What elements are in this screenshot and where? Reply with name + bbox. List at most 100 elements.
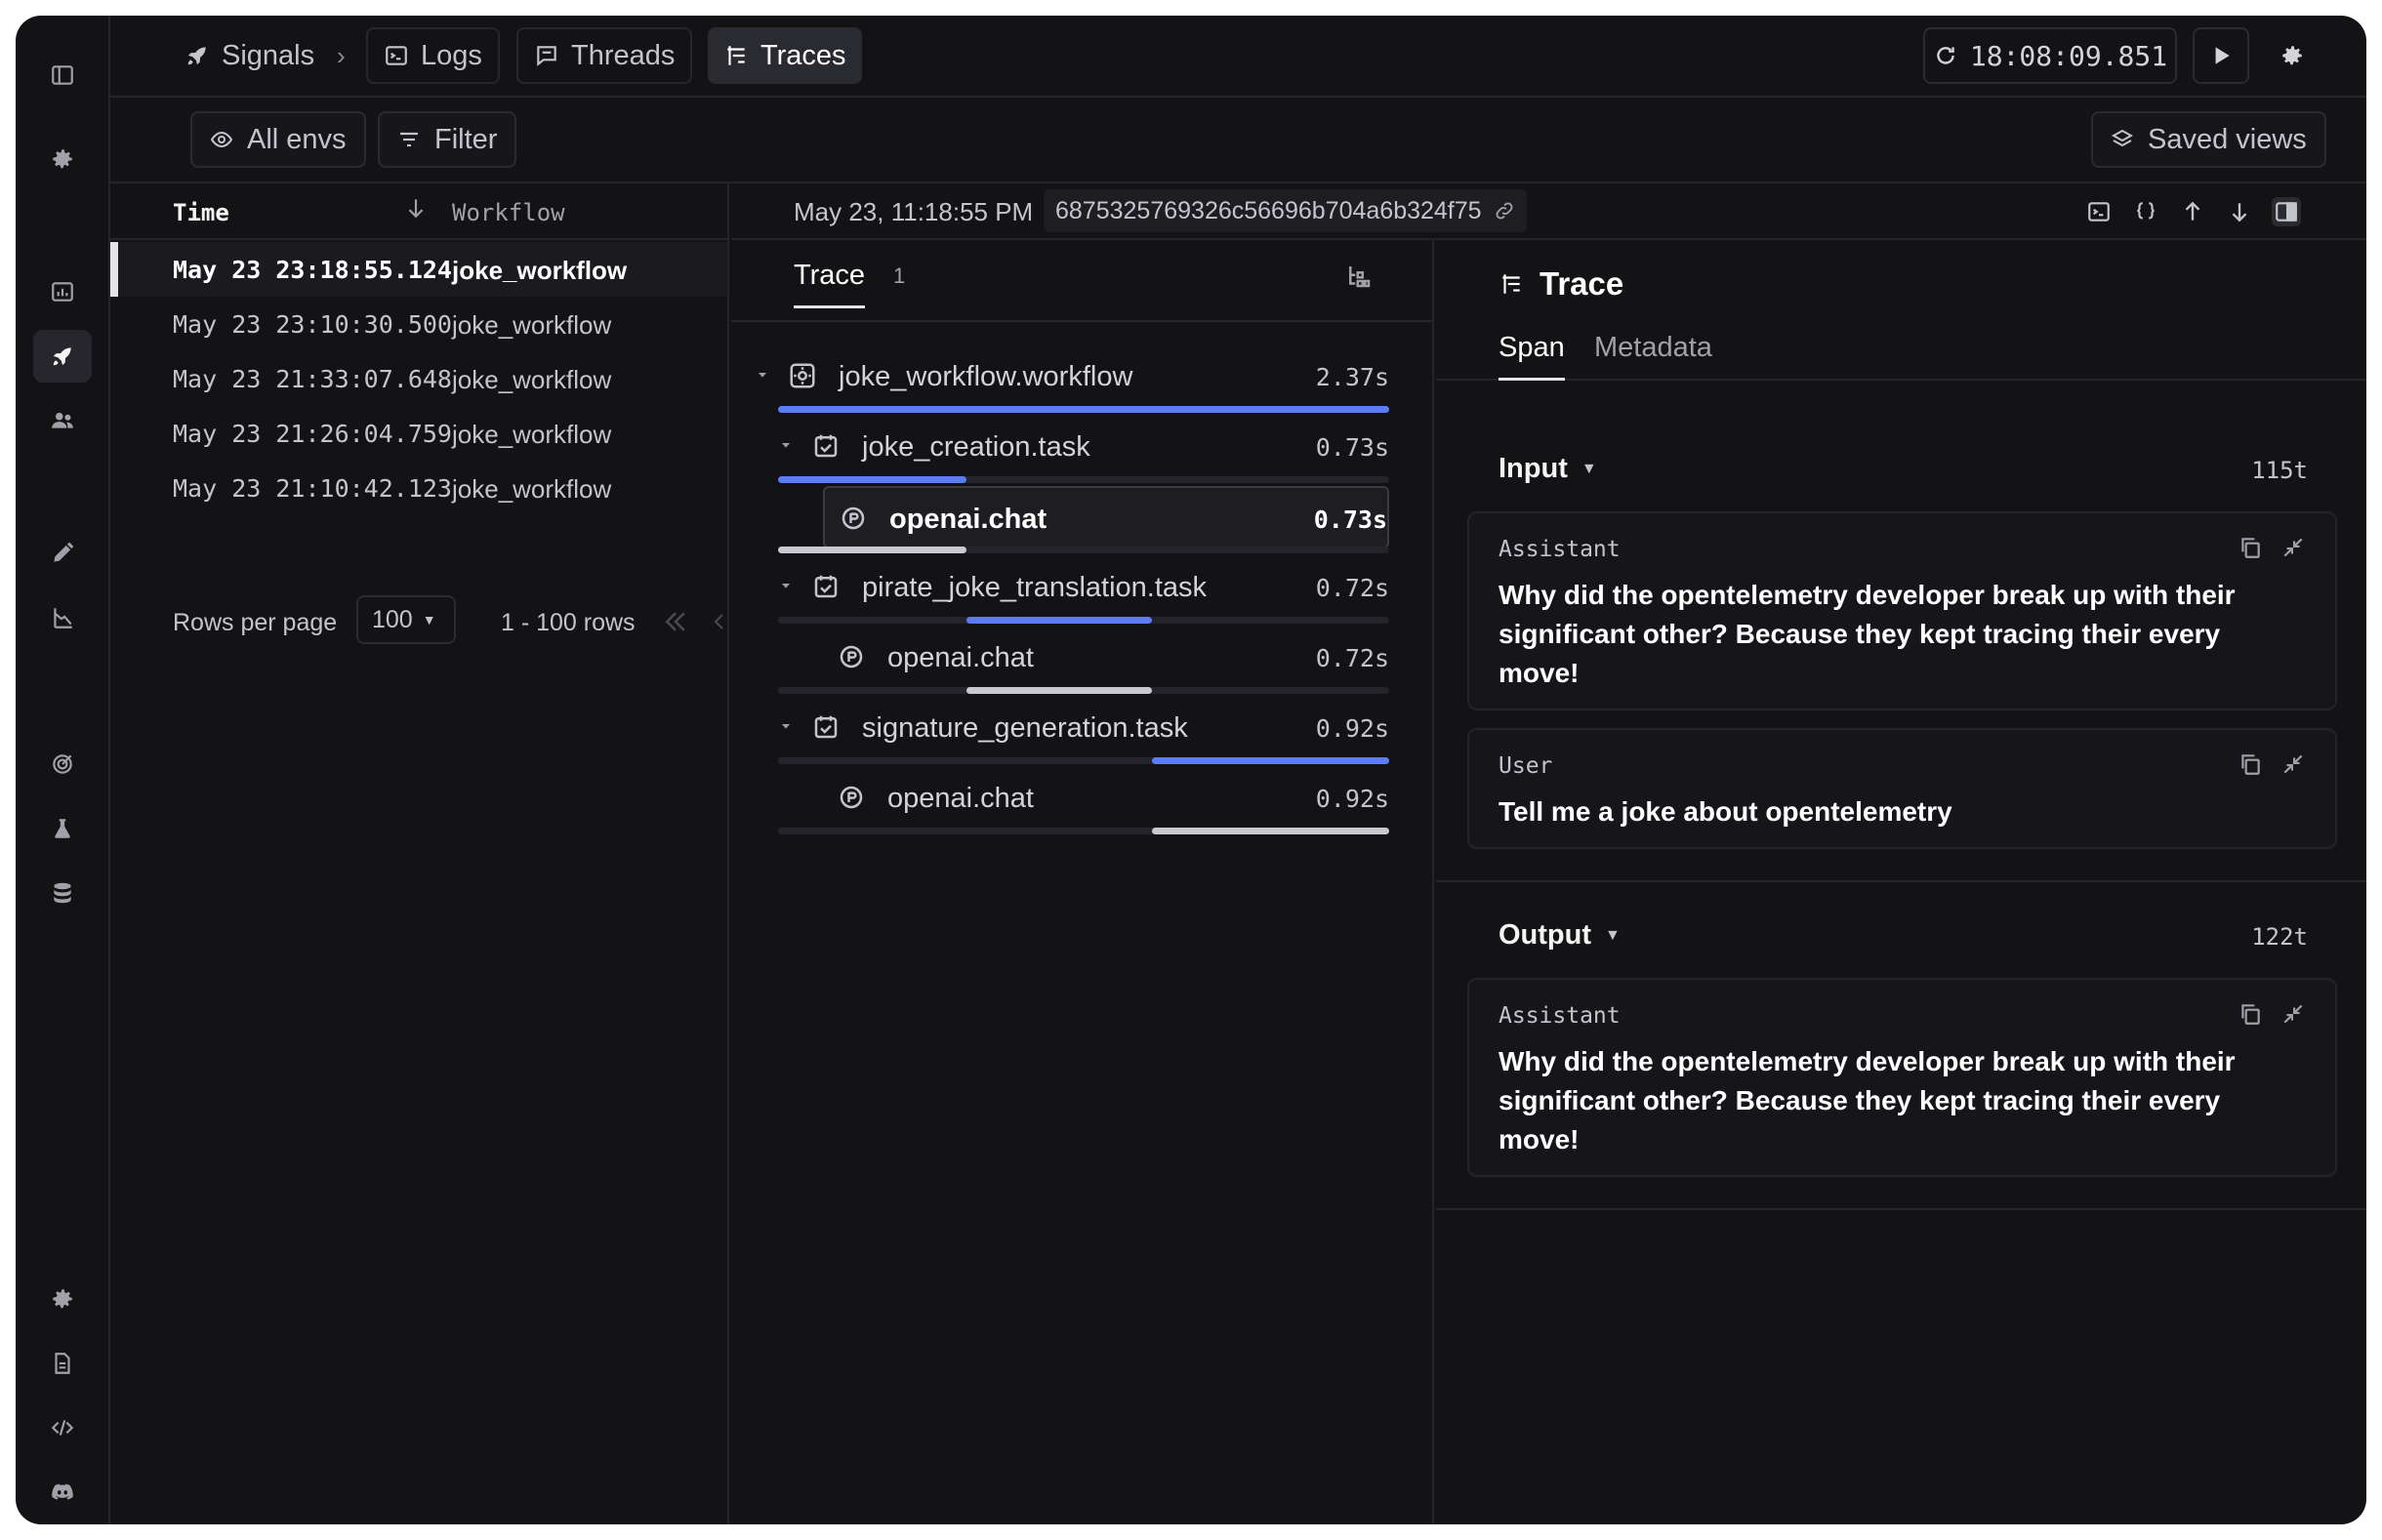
caret-down-icon: ▼	[1581, 460, 1597, 477]
openai-icon	[837, 783, 866, 812]
filter-button[interactable]: Filter	[378, 111, 517, 168]
prev-page-icon[interactable]	[708, 607, 731, 636]
openai-icon	[839, 504, 868, 533]
span-row[interactable]: openai.chat 0.92s	[823, 767, 1389, 830]
caret-down-icon[interactable]	[778, 718, 794, 734]
tab-metadata[interactable]: Metadata	[1594, 332, 1712, 378]
input-section-toggle[interactable]: Input ▼	[1499, 453, 1597, 485]
document-icon[interactable]	[33, 1337, 92, 1390]
discord-icon[interactable]	[33, 1466, 92, 1519]
span-row[interactable]: pirate_joke_translation.task 0.72s	[731, 556, 1389, 619]
collapse-icon[interactable]	[2280, 1001, 2306, 1027]
flask-icon[interactable]	[33, 802, 92, 855]
table-row[interactable]: May 23 23:10:30.500 joke_workflow	[110, 297, 727, 351]
link-icon	[1496, 202, 1513, 220]
column-header-workflow[interactable]: Workflow	[452, 199, 565, 226]
span-duration: 0.73s	[1315, 433, 1389, 462]
span-duration: 2.37s	[1315, 363, 1389, 391]
terminal-icon[interactable]	[2084, 197, 2114, 226]
pencil-icon[interactable]	[33, 527, 92, 580]
table-row[interactable]: May 23 21:33:07.648 joke_workflow	[110, 351, 727, 406]
span-name: pirate_joke_translation.task	[862, 572, 1208, 603]
trace-list: Time Workflow May 23 23:18:55.124 joke_w…	[110, 183, 729, 1524]
envs-button[interactable]: All envs	[190, 111, 366, 168]
column-header-time[interactable]: Time	[173, 199, 229, 226]
span-title-label: Trace	[1540, 265, 1624, 302]
sort-down-icon[interactable]	[403, 195, 429, 221]
span-name: openai.chat	[887, 783, 1034, 814]
rocket-icon[interactable]	[33, 330, 92, 383]
output-label: Output	[1499, 919, 1592, 951]
json-braces-icon[interactable]	[2131, 197, 2160, 226]
task-icon	[811, 712, 841, 742]
span-row[interactable]: joke_creation.task 0.73s	[731, 416, 1389, 478]
span-title: Trace	[1499, 265, 1623, 303]
row-range: 1 - 100 rows	[501, 609, 636, 636]
table-row[interactable]: May 23 21:10:42.123 joke_workflow	[110, 461, 727, 515]
saved-views-label: Saved views	[2148, 123, 2307, 155]
first-page-icon[interactable]	[661, 607, 690, 636]
row-workflow: joke_workflow	[452, 365, 612, 394]
refresh-clock-button[interactable]: 18:08:09.851	[1923, 27, 2177, 84]
trace-id-chip[interactable]: 6875325769326c56696b704a6b324f75	[1044, 189, 1527, 232]
span-row[interactable]: openai.chat 0.73s	[823, 486, 1389, 548]
table-row[interactable]: May 23 21:26:04.759 joke_workflow	[110, 406, 727, 461]
tree-view-icon[interactable]	[1344, 262, 1374, 291]
filter-label: Filter	[434, 123, 498, 155]
rows-per-page-select[interactable]: 100 ▼	[356, 595, 456, 644]
span-name: joke_workflow.workflow	[839, 361, 1133, 392]
breadcrumb-signals[interactable]: Signals	[169, 27, 330, 84]
collapse-icon[interactable]	[2280, 535, 2306, 560]
row-workflow: joke_workflow	[452, 474, 612, 504]
span-timeline-bar	[1152, 757, 1389, 764]
arrow-down-icon[interactable]	[2225, 197, 2254, 226]
collapse-icon[interactable]	[2280, 751, 2306, 777]
target-icon[interactable]	[33, 738, 92, 790]
tab-span[interactable]: Span	[1499, 332, 1565, 381]
span-timeline-track	[778, 476, 1389, 483]
settings-icon[interactable]	[33, 1273, 92, 1325]
tab-logs[interactable]: Logs	[366, 27, 500, 84]
message-role: Assistant	[1499, 1003, 1621, 1029]
database-icon[interactable]	[33, 867, 92, 919]
play-button[interactable]	[2193, 27, 2249, 84]
filter-icon	[400, 132, 418, 147]
gear-icon[interactable]	[33, 133, 92, 185]
message-role: Assistant	[1499, 537, 1621, 562]
code-icon[interactable]	[33, 1401, 92, 1454]
chart-icon[interactable]	[33, 591, 92, 644]
message-card: Assistant Why did the opentelemetry deve…	[1467, 511, 2337, 710]
table-row[interactable]: May 23 23:18:55.124 joke_workflow	[110, 242, 727, 297]
copy-icon[interactable]	[2238, 1001, 2263, 1027]
top-bar: Signals › Logs Threads Traces 18:08:09.8…	[110, 16, 2366, 98]
tab-label: Logs	[421, 39, 482, 71]
caret-down-icon[interactable]	[755, 367, 770, 383]
copy-icon[interactable]	[2238, 751, 2263, 777]
span-row[interactable]: signature_generation.task 0.92s	[731, 697, 1389, 759]
traces-icon	[1502, 274, 1520, 294]
panel-toggle-icon[interactable]	[2272, 197, 2301, 226]
row-time: May 23 23:18:55.124	[173, 256, 452, 284]
detail-header: May 23, 11:18:55 PM 6875325769326c56696b…	[731, 183, 2366, 240]
app-window: Signals › Logs Threads Traces 18:08:09.8…	[16, 16, 2366, 1524]
row-time: May 23 21:10:42.123	[173, 474, 452, 503]
sidebar-toggle-icon[interactable]	[33, 49, 92, 101]
copy-icon[interactable]	[2238, 535, 2263, 560]
tab-trace[interactable]: Trace	[794, 260, 866, 308]
output-section-toggle[interactable]: Output ▼	[1499, 919, 1621, 952]
task-icon	[811, 572, 841, 601]
dashboard-icon[interactable]	[33, 265, 92, 318]
tab-threads[interactable]: Threads	[516, 27, 693, 84]
caret-down-icon[interactable]	[778, 578, 794, 593]
span-row[interactable]: joke_workflow.workflow 2.37s	[731, 345, 1389, 408]
span-row[interactable]: openai.chat 0.72s	[823, 627, 1389, 689]
tab-label: Threads	[571, 39, 676, 71]
users-icon[interactable]	[33, 394, 92, 447]
span-tree: Trace 1 joke_workflow.workflow 2.37s joke_…	[731, 240, 1434, 1524]
saved-views-button[interactable]: Saved views	[2091, 111, 2326, 168]
caret-down-icon[interactable]	[778, 437, 794, 453]
settings-button[interactable]	[2264, 27, 2320, 84]
arrow-up-icon[interactable]	[2178, 197, 2207, 226]
span-name: signature_generation.task	[862, 712, 1188, 744]
tab-traces[interactable]: Traces	[708, 27, 862, 84]
